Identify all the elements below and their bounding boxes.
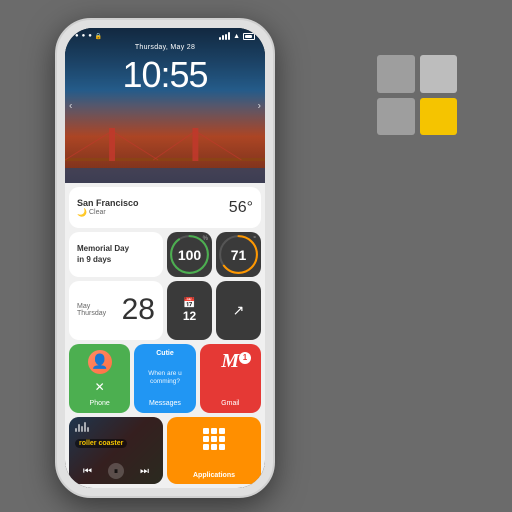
weather-widget[interactable]: San Francisco 🌙 Clear 56° xyxy=(69,187,261,228)
gmail-app-widget[interactable]: M 1 Gmail xyxy=(200,344,261,413)
moon-icon: 🌙 xyxy=(77,208,87,217)
memorial-line1: Memorial Day xyxy=(77,244,155,254)
status-date: Thursday, May 28 xyxy=(65,44,265,51)
messages-app-label: Messages xyxy=(149,400,181,407)
signal-icon xyxy=(219,32,230,40)
calendar-icon: 📅 xyxy=(183,298,195,309)
applications-label: Applications xyxy=(193,472,235,479)
battery-icon xyxy=(243,33,255,40)
logo-cell-1 xyxy=(377,55,415,93)
music-controls: ⏮ ⏸ ⏭ xyxy=(75,463,157,479)
phone-app-label: Phone xyxy=(90,400,110,407)
app-dot-5 xyxy=(211,436,217,442)
message-preview: When are u comming? xyxy=(138,370,191,386)
missed-call-icon: ✕ xyxy=(95,380,105,394)
right-mid-widgets: 📅 12 ↗ xyxy=(167,281,261,339)
right-top-widgets: 100 % 71 ° xyxy=(167,232,261,277)
arrow-widget[interactable]: ↗ xyxy=(216,281,261,339)
logo-cell-4 xyxy=(420,98,458,136)
memorial-widget[interactable]: Memorial Day in 9 days xyxy=(69,232,163,277)
clock-time: 10:55 xyxy=(65,54,265,96)
logo-cell-2 xyxy=(420,55,458,93)
contact-avatar: 👤 xyxy=(88,350,112,374)
cursor-icon: ↗ xyxy=(233,302,245,319)
prev-track-icon[interactable]: ⏮ xyxy=(83,466,92,477)
gmail-badge: 1 xyxy=(239,352,251,364)
gmail-app-label: Gmail xyxy=(221,400,239,407)
scene: ● ● ● 🔒 ▲ xyxy=(0,0,512,512)
messages-app-widget[interactable]: Cutie When are u comming? Messages xyxy=(134,344,195,413)
battery-widget[interactable]: 100 % xyxy=(167,232,212,277)
lock-icon: 🔒 xyxy=(95,33,102,40)
city-name: San Francisco xyxy=(77,198,139,208)
music-widget[interactable]: roller coaster ⏮ ⏸ ⏭ xyxy=(69,417,163,484)
applications-widget[interactable]: Applications xyxy=(167,417,261,484)
hero-image: ● ● ● 🔒 ▲ xyxy=(65,28,265,183)
date-number: 28 xyxy=(122,293,155,327)
arrow-right-icon: › xyxy=(258,100,261,111)
cal-number: 12 xyxy=(183,309,196,323)
pause-icon: ⏸ xyxy=(114,466,119,477)
app-dot-1 xyxy=(203,428,209,434)
app-dot-6 xyxy=(219,436,225,442)
weather-condition: Clear xyxy=(89,209,106,216)
bottom-row: roller coaster ⏮ ⏸ ⏭ xyxy=(69,417,261,484)
message-sender: Cutie xyxy=(156,350,174,357)
status-bar: ● ● ● 🔒 ▲ xyxy=(65,28,265,44)
apps-grid-icon xyxy=(203,428,225,450)
calendar-widget[interactable]: 📅 12 xyxy=(167,281,212,339)
weekday-label: Thursday xyxy=(77,310,106,317)
logo-cell-3 xyxy=(377,98,415,136)
logo xyxy=(377,55,457,135)
gmail-logo: M xyxy=(221,350,239,373)
phone-app-widget[interactable]: 👤 ✕ Phone xyxy=(69,344,130,413)
equalizer-icon xyxy=(75,422,157,432)
widgets-grid: San Francisco 🌙 Clear 56° Memorial Day i… xyxy=(65,183,265,488)
pause-button[interactable]: ⏸ xyxy=(108,463,124,479)
date-widget[interactable]: May Thursday 28 xyxy=(69,281,163,339)
nav-arrows: ‹ › xyxy=(65,100,265,111)
temperature-display: 56° xyxy=(229,199,253,217)
phone: ● ● ● 🔒 ▲ xyxy=(55,18,275,498)
memorial-line2: in 9 days xyxy=(77,255,155,265)
app-dot-8 xyxy=(211,444,217,450)
next-track-icon[interactable]: ⏭ xyxy=(140,466,149,477)
phone-screen: ● ● ● 🔒 ▲ xyxy=(65,28,265,488)
app-dot-2 xyxy=(211,428,217,434)
month-label: May xyxy=(77,303,106,310)
app-dot-3 xyxy=(219,428,225,434)
apps-row: 👤 ✕ Phone Cutie When are u comming? Mess… xyxy=(69,344,261,413)
app-dot-4 xyxy=(203,436,209,442)
app-dot-7 xyxy=(203,444,209,450)
app-dot-9 xyxy=(219,444,225,450)
temp-widget[interactable]: 71 ° xyxy=(216,232,261,277)
arrow-left-icon: ‹ xyxy=(69,100,72,111)
music-track-name: roller coaster xyxy=(75,439,127,448)
